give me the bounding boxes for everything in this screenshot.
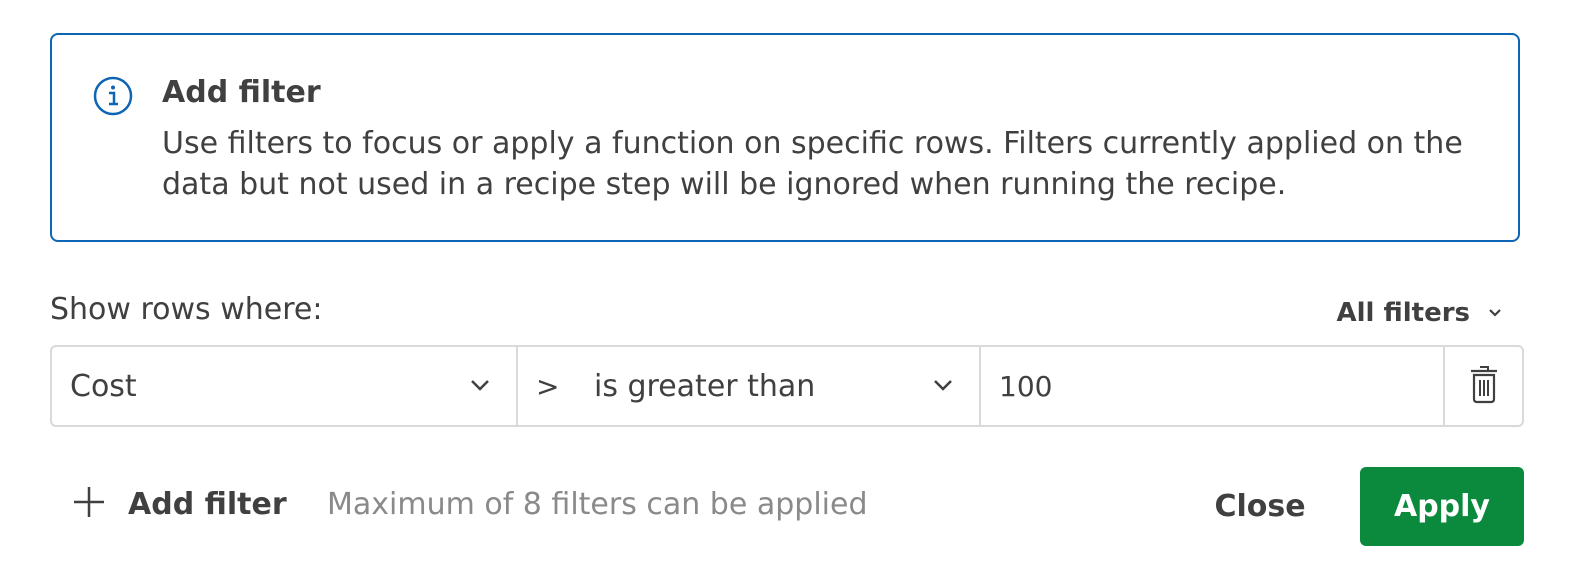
field-select-value: Cost bbox=[70, 368, 137, 404]
value-input[interactable] bbox=[999, 369, 1419, 403]
info-title: Add filter bbox=[162, 75, 321, 110]
close-button[interactable]: Close bbox=[1198, 467, 1322, 546]
operator-select-value: is greater than bbox=[594, 368, 816, 404]
delete-filter-button[interactable] bbox=[1443, 347, 1522, 425]
info-banner: Add filter Use filters to focus or apply… bbox=[50, 33, 1520, 242]
info-icon bbox=[93, 76, 133, 116]
filter-row: Cost > is greater than bbox=[50, 345, 1524, 427]
trash-icon bbox=[1469, 364, 1499, 408]
add-filter-label: Add filter bbox=[128, 486, 287, 522]
operator-symbol: > bbox=[536, 369, 560, 403]
apply-button[interactable]: Apply bbox=[1360, 467, 1524, 546]
plus-icon bbox=[72, 485, 106, 523]
max-filters-note: Maximum of 8 filters can be applied bbox=[327, 487, 868, 522]
all-filters-dropdown[interactable]: All filters bbox=[1336, 298, 1502, 328]
add-filter-button[interactable]: Add filter bbox=[72, 485, 287, 523]
chevron-down-icon bbox=[1488, 308, 1502, 318]
value-field-container bbox=[979, 347, 1443, 425]
footer-bar: Add filter Maximum of 8 filters can be a… bbox=[0, 467, 1574, 546]
chevron-down-icon bbox=[933, 377, 953, 396]
chevron-down-icon bbox=[470, 377, 490, 396]
field-select[interactable]: Cost bbox=[52, 347, 516, 425]
info-description: Use filters to focus or apply a function… bbox=[162, 126, 1463, 202]
all-filters-label: All filters bbox=[1336, 298, 1470, 328]
show-rows-label: Show rows where: bbox=[50, 292, 323, 327]
filter-panel: Add filter Use filters to focus or apply… bbox=[0, 0, 1574, 571]
operator-select[interactable]: > is greater than bbox=[516, 347, 979, 425]
